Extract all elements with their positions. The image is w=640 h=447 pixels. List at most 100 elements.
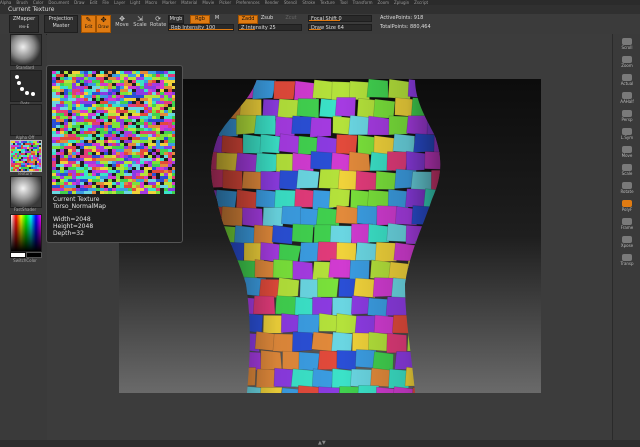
scale-button[interactable]: ⇲ Scale <box>133 16 147 29</box>
rgb-intensity-slider[interactable]: Rgb Intensity 100 <box>168 24 234 31</box>
preview-texel <box>104 149 108 152</box>
torso-polygon <box>221 385 244 393</box>
zsub-button[interactable]: Zsub <box>258 15 276 22</box>
m-button[interactable]: M <box>212 15 222 22</box>
preview-texel <box>168 179 172 182</box>
preview-texel <box>172 80 175 83</box>
preview-texel <box>156 140 160 143</box>
rotate-view-button[interactable]: Rotate <box>617 182 637 194</box>
actual-button[interactable]: Actual <box>617 74 637 86</box>
preview-texel <box>172 158 175 161</box>
preview-texel <box>88 74 92 77</box>
rgb-button[interactable]: Rgb <box>190 15 210 24</box>
move-view-button[interactable]: Move <box>617 146 637 158</box>
thumbnail-texel <box>37 147 39 149</box>
preview-texel <box>172 128 175 131</box>
switch-color-button[interactable]: SwitchColor <box>10 258 40 263</box>
scroll-button[interactable]: Scroll <box>617 38 637 50</box>
preview-texel <box>72 155 76 158</box>
alpha-slot[interactable] <box>10 104 42 136</box>
focal-shift-slider[interactable]: Focal Shift 0 <box>308 15 372 22</box>
thumbnail-texel <box>13 147 15 149</box>
thumbnail-texel <box>31 165 35 167</box>
edit-button[interactable]: ✎ Edit <box>81 15 96 33</box>
preview-texel <box>72 77 76 80</box>
preview-texel <box>144 119 148 122</box>
thumbnail-texel <box>21 147 23 149</box>
preview-texel <box>136 176 144 179</box>
zmapper-button[interactable]: ZMapper rev-E <box>9 15 39 33</box>
thumbnail-texel <box>15 143 17 145</box>
focal-shift-value: 0 <box>338 16 342 22</box>
preview-texel <box>52 176 56 179</box>
preview-texel <box>168 83 172 86</box>
preview-texel <box>68 86 72 89</box>
bottom-shelf-toggle-icon[interactable]: ▲▼ <box>318 440 326 447</box>
thumbnail-texel <box>39 161 43 163</box>
stroke-slot[interactable] <box>10 70 42 102</box>
preview-texel <box>84 167 88 170</box>
preview-texel <box>156 143 160 146</box>
color-picker[interactable] <box>10 214 42 252</box>
active-points-label: ActivePoints: <box>380 15 413 21</box>
draw-button[interactable]: ✥ Draw <box>96 15 111 33</box>
zcut-button[interactable]: Zcut <box>282 15 300 22</box>
thumbnail-texel <box>27 165 31 167</box>
preview-texel <box>80 188 88 191</box>
preview-texel <box>56 119 64 122</box>
torso-polygon <box>214 368 237 389</box>
preview-texel <box>92 131 96 134</box>
preview-texel <box>76 152 80 155</box>
preview-texel <box>120 164 124 167</box>
zadd-button[interactable]: Zadd <box>238 15 258 24</box>
lsym-button[interactable]: L.Sym <box>617 128 637 140</box>
preview-texel <box>76 116 80 119</box>
preview-texel <box>140 131 148 134</box>
preview-texel <box>120 89 128 92</box>
preview-texel <box>152 101 156 104</box>
draw-size-slider[interactable]: Draw Size 64 <box>308 24 372 31</box>
preview-texel <box>140 143 144 146</box>
preview-texel <box>108 71 112 74</box>
preview-texel <box>96 164 104 167</box>
mrgb-button[interactable]: Mrgb <box>168 15 184 24</box>
preview-texel <box>84 116 88 119</box>
projection-master-button[interactable]: Projection Master <box>44 15 78 33</box>
material-slot[interactable] <box>10 176 42 208</box>
persp-button[interactable]: Persp <box>617 110 637 122</box>
preview-texel <box>120 80 124 83</box>
texture-slot[interactable] <box>10 140 45 172</box>
aahalf-button[interactable]: AAHalf <box>617 92 637 104</box>
zoom-button[interactable]: Zoom <box>617 56 637 68</box>
preview-texel <box>64 143 68 146</box>
thumbnail-texel <box>39 163 41 165</box>
preview-texel <box>80 122 84 125</box>
preview-texel <box>84 74 88 77</box>
preview-texel <box>64 155 68 158</box>
texture-depth: Depth=32 <box>53 230 84 237</box>
move-button[interactable]: ✥ Move <box>115 16 129 29</box>
transp-button[interactable]: Transp <box>617 254 637 266</box>
preview-texel <box>128 128 136 131</box>
torso-polygon <box>211 278 226 299</box>
preview-texel <box>120 134 124 137</box>
rotate-button[interactable]: ⟳ Rotate <box>150 16 166 29</box>
preview-texel <box>168 176 172 179</box>
preview-texel <box>60 170 64 173</box>
brush-slot[interactable] <box>10 34 42 66</box>
preview-texel <box>108 77 116 80</box>
left-shelf: Standard Dots Alpha Off Texture FastShad… <box>0 34 46 440</box>
preview-texel <box>108 167 112 170</box>
scale-view-button[interactable]: Scale <box>617 164 637 176</box>
torso-polygon <box>211 116 220 136</box>
preview-texel <box>152 92 156 95</box>
polyf-button[interactable]: PolyF <box>617 200 637 212</box>
preview-texel <box>140 86 144 89</box>
xpose-button[interactable]: Xpose <box>617 236 637 248</box>
preview-texel <box>148 80 152 83</box>
z-intensity-slider[interactable]: Z Intensity 25 <box>238 24 302 31</box>
torso-polygon <box>413 241 437 261</box>
preview-texel <box>140 161 144 164</box>
frame-button[interactable]: Frame <box>617 218 637 230</box>
preview-texel <box>104 98 108 101</box>
